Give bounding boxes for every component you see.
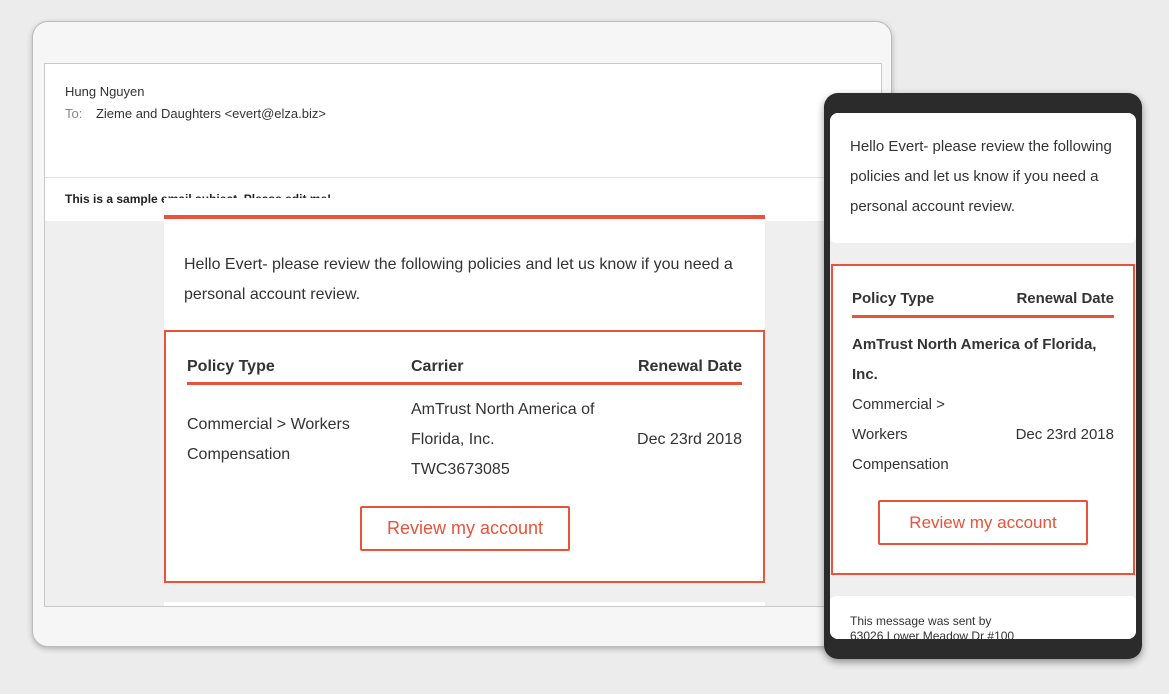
- review-account-button[interactable]: Review my account: [360, 506, 570, 551]
- header-renewal-date: Renewal Date: [637, 358, 742, 375]
- cell-carrier: AmTrust North America of Florida, Inc. T…: [411, 395, 621, 485]
- mobile-screen: Hello Evert- please review the following…: [830, 113, 1136, 639]
- mobile-footer: This message was sent by 63026 Lower Mea…: [830, 596, 1136, 639]
- greeting-text: Hello Evert- please review the following…: [184, 256, 733, 303]
- mobile-review-account-button[interactable]: Review my account: [878, 500, 1088, 545]
- recipient-value: Zieme and Daughters <evert@elza.biz>: [95, 106, 326, 121]
- accent-bar: [164, 215, 765, 219]
- footer-address: 63026 Lower Meadow Dr #100: [850, 629, 1015, 639]
- greeting-card: Hello Evert- please review the following…: [164, 198, 765, 332]
- policy-number: TWC3673085: [411, 461, 510, 478]
- cell-renewal-date: Dec 23rd 2018: [637, 431, 742, 448]
- footer-sent-by: This message was sent by: [850, 614, 992, 628]
- mobile-carrier-name: AmTrust North America of Florida, Inc.: [852, 336, 1097, 383]
- mobile-preview-frame: Hello Evert- please review the following…: [824, 93, 1142, 659]
- header-policy-type: Policy Type: [187, 358, 275, 375]
- to-label: To:: [65, 106, 83, 121]
- mobile-greeting-text: Hello Evert- please review the following…: [850, 138, 1112, 215]
- mobile-renewal-date: Dec 23rd 2018: [1015, 426, 1114, 443]
- footer-card-edge: [164, 602, 765, 606]
- mobile-greeting-card: Hello Evert- please review the following…: [830, 113, 1136, 243]
- header-divider: [187, 382, 742, 385]
- email-window: Hung Nguyen To: Zieme and Daughters <eve…: [44, 63, 882, 607]
- mobile-header-divider: [852, 315, 1114, 318]
- email-header: Hung Nguyen To: Zieme and Daughters <eve…: [45, 64, 881, 179]
- header-carrier: Carrier: [411, 358, 464, 375]
- mobile-policy-type: Commercial > Workers Compensation: [852, 396, 949, 473]
- carrier-name: AmTrust North America of Florida, Inc.: [411, 401, 595, 448]
- sender-name: Hung Nguyen: [65, 84, 145, 99]
- policy-table: Policy Type Carrier Renewal Date Commerc…: [164, 330, 765, 583]
- desktop-preview-frame: Hung Nguyen To: Zieme and Daughters <eve…: [32, 21, 892, 647]
- cell-policy-type: Commercial > Workers Compensation: [187, 416, 350, 463]
- mobile-header-policy-type: Policy Type: [852, 290, 935, 307]
- mobile-header-renewal-date: Renewal Date: [1016, 290, 1114, 307]
- mobile-policy-table: Policy Type Renewal Date AmTrust North A…: [831, 264, 1135, 575]
- recipient-line: To: Zieme and Daughters <evert@elza.biz>: [65, 106, 861, 121]
